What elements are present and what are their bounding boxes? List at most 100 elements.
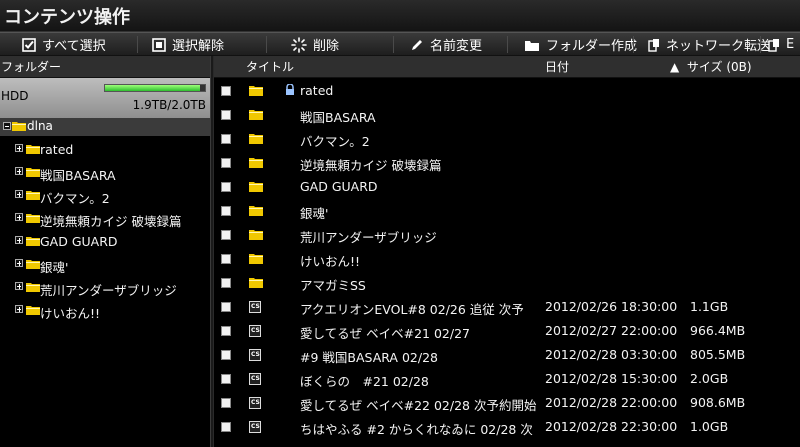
tree-folder-item[interactable]: 戦国BASARA xyxy=(0,162,210,185)
tree-folder-item[interactable]: GAD GUARD xyxy=(0,231,210,254)
window-title: コンテンツ操作 xyxy=(4,7,130,28)
lock-icon xyxy=(286,84,294,95)
row-checkbox[interactable] xyxy=(221,158,231,168)
row-checkbox[interactable] xyxy=(221,254,231,264)
row-title: バクマン。2 xyxy=(300,134,370,149)
expand-icon[interactable] xyxy=(15,236,23,244)
rename-button[interactable]: 名前変更 xyxy=(410,33,482,56)
row-title: #9 戦国BASARA 02/28 xyxy=(300,350,438,365)
tree-root-label: dlna xyxy=(27,119,53,133)
tree-folder-item[interactable]: けいおん!! xyxy=(0,300,210,323)
row-size: 1.0GB xyxy=(690,419,729,434)
row-title: 戦国BASARA xyxy=(300,110,376,125)
table-row[interactable]: 戦国BASARA xyxy=(214,103,800,127)
table-row[interactable]: 愛してるぜ ベイベ#21 02/27 2012/02/27 22:00:00 966… xyxy=(214,319,800,343)
deselect-button[interactable]: 選択解除 xyxy=(152,33,224,56)
table-row[interactable]: GAD GUARD xyxy=(214,175,800,199)
row-title: アクエリオンEVOL#8 02/26 追従 次予 xyxy=(300,302,524,317)
tree-folder-label: 荒川アンダーザブリッジ xyxy=(40,283,177,298)
column-size[interactable]: ▲ サイズ (0B) xyxy=(670,56,752,78)
row-date: 2012/02/28 22:00:00 xyxy=(545,395,678,410)
expand-icon[interactable] xyxy=(15,305,23,313)
row-checkbox[interactable] xyxy=(221,326,231,336)
folder-icon xyxy=(249,86,263,96)
table-row[interactable]: rated xyxy=(214,79,800,103)
row-checkbox[interactable] xyxy=(221,230,231,240)
table-row[interactable]: 愛してるぜ ベイベ#22 02/28 次予約開始 2012/02/28 22:00… xyxy=(214,391,800,415)
network-transfer-label: ネットワーク転送 xyxy=(666,39,771,54)
row-checkbox[interactable] xyxy=(221,374,231,384)
delete-button[interactable]: 削除 xyxy=(291,33,339,56)
row-checkbox[interactable] xyxy=(221,350,231,360)
tree-folder-item[interactable]: バクマン。2 xyxy=(0,185,210,208)
row-checkbox[interactable] xyxy=(221,86,231,96)
expand-icon[interactable] xyxy=(15,259,23,267)
row-checkbox[interactable] xyxy=(221,134,231,144)
table-row[interactable]: ちはやふる #2 からくれなゐに 02/28 次 2012/02/28 22:30… xyxy=(214,415,800,439)
column-size-label: サイズ (0B) xyxy=(686,60,752,74)
select-all-label: すべて選択 xyxy=(42,39,106,54)
video-file-icon xyxy=(249,397,261,409)
column-title[interactable]: タイトル xyxy=(246,56,294,78)
toolbar-separator xyxy=(137,36,138,53)
column-date[interactable]: 日付 xyxy=(545,56,569,78)
row-checkbox[interactable] xyxy=(221,110,231,120)
collapse-icon[interactable] xyxy=(3,122,11,130)
tree-folder-label: 逆境無頼カイジ 破壊録篇 xyxy=(40,214,182,229)
folder-icon xyxy=(249,134,263,144)
tree-folder-item[interactable]: rated xyxy=(0,139,210,162)
toolbar-separator xyxy=(266,36,267,53)
new-folder-button[interactable]: フォルダー作成 xyxy=(524,33,637,56)
expand-icon[interactable] xyxy=(15,190,23,198)
row-checkbox[interactable] xyxy=(221,422,231,432)
file-list: タイトル 日付 ▲ サイズ (0B) rated 戦国BASARA バクマン。2 逆境… xyxy=(214,56,800,447)
table-row[interactable]: けいおん!! xyxy=(214,247,800,271)
drive-label: HDD xyxy=(1,89,29,103)
video-file-icon xyxy=(249,421,261,433)
folder-icon xyxy=(26,283,40,292)
table-row[interactable]: アマガミSS xyxy=(214,271,800,295)
next-toolbar-button[interactable]: E xyxy=(768,33,800,56)
network-transfer-button[interactable]: ネットワーク転送 xyxy=(648,33,770,56)
open-folder-icon xyxy=(12,122,26,131)
row-size: 1.1GB xyxy=(690,299,729,314)
table-row[interactable]: バクマン。2 xyxy=(214,127,800,151)
row-checkbox[interactable] xyxy=(221,398,231,408)
folder-icon xyxy=(26,145,40,154)
table-row[interactable]: 逆境無頼カイジ 破壊録篇 xyxy=(214,151,800,175)
table-row[interactable]: アクエリオンEVOL#8 02/26 追従 次予 2012/02/26 18:30… xyxy=(214,295,800,319)
row-title: rated xyxy=(300,83,334,98)
table-row[interactable]: 荒川アンダーザブリッジ xyxy=(214,223,800,247)
row-title: 愛してるぜ ベイベ#22 02/28 次予約開始 xyxy=(300,398,537,413)
row-title: アマガミSS xyxy=(300,278,366,293)
drive-hdd[interactable]: HDD 1.9TB/2.0TB xyxy=(0,78,210,118)
select-all-button[interactable]: すべて選択 xyxy=(22,33,106,56)
expand-icon[interactable] xyxy=(15,144,23,152)
tree-root-dlna[interactable]: dlna xyxy=(0,118,210,136)
tree-folder-label: 銀魂' xyxy=(40,260,69,275)
row-checkbox[interactable] xyxy=(221,302,231,312)
folder-icon xyxy=(249,182,263,192)
row-checkbox[interactable] xyxy=(221,278,231,288)
tree-folder-item[interactable]: 銀魂' xyxy=(0,254,210,277)
drive-usage-bar xyxy=(104,84,206,92)
table-row[interactable]: 銀魂' xyxy=(214,199,800,223)
row-checkbox[interactable] xyxy=(221,182,231,192)
folder-icon xyxy=(26,237,40,246)
row-title: けいおん!! xyxy=(300,254,361,269)
pencil-icon xyxy=(412,39,422,50)
row-checkbox[interactable] xyxy=(221,206,231,216)
expand-icon[interactable] xyxy=(15,167,23,175)
tree-folder-item[interactable]: 荒川アンダーザブリッジ xyxy=(0,277,210,300)
row-title: GAD GUARD xyxy=(300,179,378,194)
expand-icon[interactable] xyxy=(15,282,23,290)
row-date: 2012/02/28 03:30:00 xyxy=(545,347,678,362)
folder-icon xyxy=(26,260,40,269)
row-size: 2.0GB xyxy=(690,371,729,386)
table-row[interactable]: ぼくらの #21 02/28 2012/02/28 15:30:00 2.0GB xyxy=(214,367,800,391)
row-date: 2012/02/28 22:30:00 xyxy=(545,419,678,434)
table-row[interactable]: #9 戦国BASARA 02/28 2012/02/28 03:30:00 805.… xyxy=(214,343,800,367)
tree-folder-item[interactable]: 逆境無頼カイジ 破壊録篇 xyxy=(0,208,210,231)
expand-icon[interactable] xyxy=(15,213,23,221)
folder-icon xyxy=(26,168,40,177)
